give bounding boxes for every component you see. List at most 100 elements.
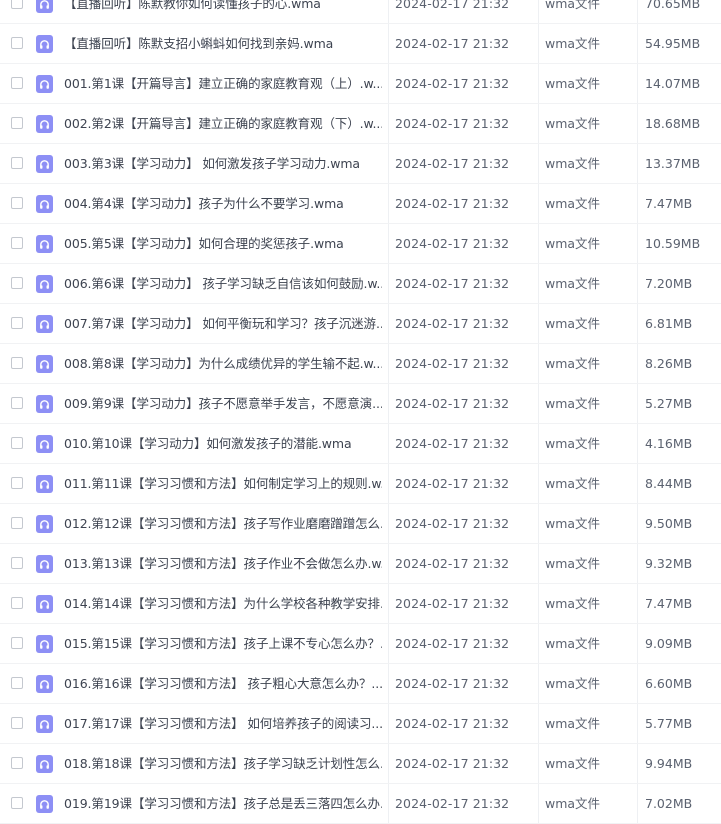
file-name[interactable]: 014.第14课【学习习惯和方法】为什么学校各种教学安排... (64, 584, 382, 624)
file-row[interactable]: 015.第15课【学习习惯和方法】孩子上课不专心怎么办？... 2024-02-… (0, 624, 721, 664)
file-name[interactable]: 017.第17课【学习习惯和方法】 如何培养孩子的阅读习... (64, 704, 382, 744)
file-row[interactable]: 011.第11课【学习习惯和方法】如何制定学习上的规则.w... 2024-02… (0, 464, 721, 504)
audio-file-icon (36, 755, 53, 773)
row-checkbox[interactable] (11, 357, 23, 369)
file-date: 2024-02-17 21:32 (395, 716, 510, 731)
file-type: wma文件 (545, 796, 601, 811)
row-checkbox[interactable] (11, 197, 23, 209)
file-name[interactable]: 012.第12课【学习习惯和方法】孩子写作业磨磨蹭蹭怎么... (64, 504, 382, 544)
file-name[interactable]: 016.第16课【学习习惯和方法】 孩子粗心大意怎么办？... (64, 664, 382, 704)
column-divider (637, 344, 638, 384)
row-checkbox[interactable] (11, 677, 23, 689)
file-name[interactable]: 007.第7课【学习动力】 如何平衡玩和学习？孩子沉迷游... (64, 304, 382, 344)
row-checkbox[interactable] (11, 517, 23, 529)
file-name[interactable]: 013.第13课【学习习惯和方法】孩子作业不会做怎么办.w... (64, 544, 382, 584)
file-name[interactable]: 008.第8课【学习动力】为什么成绩优异的学生输不起.w... (64, 344, 382, 384)
audio-file-icon (36, 595, 53, 613)
file-row[interactable]: 004.第4课【学习动力】孩子为什么不要学习.wma 2024-02-17 21… (0, 184, 721, 224)
file-name[interactable]: 009.第9课【学习动力】孩子不愿意举手发言，不愿意演... (64, 384, 382, 424)
row-checkbox[interactable] (11, 0, 23, 9)
column-divider (538, 744, 539, 784)
file-name[interactable]: 005.第5课【学习动力】如何合理的奖惩孩子.wma (64, 224, 382, 264)
row-checkbox[interactable] (11, 37, 23, 49)
file-type: wma文件 (545, 316, 601, 331)
file-name[interactable]: 018.第18课【学习习惯和方法】孩子学习缺乏计划性怎么... (64, 744, 382, 784)
row-checkbox[interactable] (11, 237, 23, 249)
file-name[interactable]: 015.第15课【学习习惯和方法】孩子上课不专心怎么办？... (64, 624, 382, 664)
file-name[interactable]: 006.第6课【学习动力】 孩子学习缺乏自信该如何鼓励.w... (64, 264, 382, 304)
file-name[interactable]: 【直播回听】陈默教你如何读懂孩子的心.wma (64, 0, 382, 24)
file-row[interactable]: 【直播回听】陈默教你如何读懂孩子的心.wma 2024-02-17 21:32 … (0, 0, 721, 24)
row-checkbox[interactable] (11, 757, 23, 769)
file-row[interactable]: 001.第1课【开篇导言】建立正确的家庭教育观（上）.w... 2024-02-… (0, 64, 721, 104)
column-divider (637, 224, 638, 264)
row-checkbox[interactable] (11, 557, 23, 569)
file-row[interactable]: 019.第19课【学习习惯和方法】孩子总是丢三落四怎么办... 2024-02-… (0, 784, 721, 824)
file-size: 9.32MB (645, 556, 693, 571)
row-checkbox[interactable] (11, 77, 23, 89)
file-row[interactable]: 014.第14课【学习习惯和方法】为什么学校各种教学安排... 2024-02-… (0, 584, 721, 624)
row-checkbox[interactable] (11, 277, 23, 289)
file-name[interactable]: 003.第3课【学习动力】 如何激发孩子学习动力.wma (64, 144, 382, 184)
file-row[interactable]: 006.第6课【学习动力】 孩子学习缺乏自信该如何鼓励.w... 2024-02… (0, 264, 721, 304)
column-divider (637, 384, 638, 424)
audio-file-icon (36, 795, 53, 813)
file-name[interactable]: 011.第11课【学习习惯和方法】如何制定学习上的规则.w... (64, 464, 382, 504)
file-name[interactable]: 【直播回听】陈默支招小蝌蚪如何找到亲妈.wma (64, 24, 382, 64)
row-checkbox[interactable] (11, 117, 23, 129)
row-checkbox[interactable] (11, 717, 23, 729)
file-row[interactable]: 013.第13课【学习习惯和方法】孩子作业不会做怎么办.w... 2024-02… (0, 544, 721, 584)
file-row[interactable]: 009.第9课【学习动力】孩子不愿意举手发言，不愿意演... 2024-02-1… (0, 384, 721, 424)
file-name[interactable]: 002.第2课【开篇导言】建立正确的家庭教育观（下）.w... (64, 104, 382, 144)
column-divider (637, 664, 638, 704)
row-checkbox[interactable] (11, 477, 23, 489)
file-row[interactable]: 005.第5课【学习动力】如何合理的奖惩孩子.wma 2024-02-17 21… (0, 224, 721, 264)
column-divider (637, 624, 638, 664)
file-type: wma文件 (545, 0, 601, 11)
audio-file-icon (36, 155, 53, 173)
row-checkbox[interactable] (11, 437, 23, 449)
file-name[interactable]: 001.第1课【开篇导言】建立正确的家庭教育观（上）.w... (64, 64, 382, 104)
column-divider (637, 704, 638, 744)
file-type: wma文件 (545, 396, 601, 411)
file-name[interactable]: 010.第10课【学习动力】如何激发孩子的潜能.wma (64, 424, 382, 464)
file-row[interactable]: 012.第12课【学习习惯和方法】孩子写作业磨磨蹭蹭怎么... 2024-02-… (0, 504, 721, 544)
file-type: wma文件 (545, 116, 601, 131)
row-checkbox[interactable] (11, 637, 23, 649)
column-divider (388, 464, 389, 504)
audio-file-icon (36, 515, 53, 533)
file-type: wma文件 (545, 156, 601, 171)
file-row[interactable]: 003.第3课【学习动力】 如何激发孩子学习动力.wma 2024-02-17 … (0, 144, 721, 184)
audio-file-icon (36, 355, 53, 373)
file-row[interactable]: 【直播回听】陈默支招小蝌蚪如何找到亲妈.wma 2024-02-17 21:32… (0, 24, 721, 64)
row-checkbox[interactable] (11, 797, 23, 809)
file-row[interactable]: 008.第8课【学习动力】为什么成绩优异的学生输不起.w... 2024-02-… (0, 344, 721, 384)
file-type: wma文件 (545, 276, 601, 291)
column-divider (637, 464, 638, 504)
file-size: 6.60MB (645, 676, 693, 691)
column-divider (538, 104, 539, 144)
row-checkbox[interactable] (11, 157, 23, 169)
file-row[interactable]: 007.第7课【学习动力】 如何平衡玩和学习？孩子沉迷游... 2024-02-… (0, 304, 721, 344)
file-date: 2024-02-17 21:32 (395, 596, 510, 611)
file-size: 5.77MB (645, 716, 693, 731)
file-size: 7.20MB (645, 276, 693, 291)
row-checkbox[interactable] (11, 597, 23, 609)
file-row[interactable]: 018.第18课【学习习惯和方法】孩子学习缺乏计划性怎么... 2024-02-… (0, 744, 721, 784)
file-row[interactable]: 017.第17课【学习习惯和方法】 如何培养孩子的阅读习... 2024-02-… (0, 704, 721, 744)
row-checkbox[interactable] (11, 397, 23, 409)
file-name[interactable]: 004.第4课【学习动力】孩子为什么不要学习.wma (64, 184, 382, 224)
file-row[interactable]: 010.第10课【学习动力】如何激发孩子的潜能.wma 2024-02-17 2… (0, 424, 721, 464)
column-divider (388, 344, 389, 384)
file-row[interactable]: 002.第2课【开篇导言】建立正确的家庭教育观（下）.w... 2024-02-… (0, 104, 721, 144)
row-checkbox[interactable] (11, 317, 23, 329)
file-name[interactable]: 019.第19课【学习习惯和方法】孩子总是丢三落四怎么办... (64, 784, 382, 824)
audio-file-icon (36, 275, 53, 293)
file-size: 7.02MB (645, 796, 693, 811)
file-size: 8.26MB (645, 356, 693, 371)
column-divider (637, 424, 638, 464)
audio-file-icon (36, 0, 53, 13)
file-date: 2024-02-17 21:32 (395, 756, 510, 771)
column-divider (538, 64, 539, 104)
file-row[interactable]: 016.第16课【学习习惯和方法】 孩子粗心大意怎么办？... 2024-02-… (0, 664, 721, 704)
